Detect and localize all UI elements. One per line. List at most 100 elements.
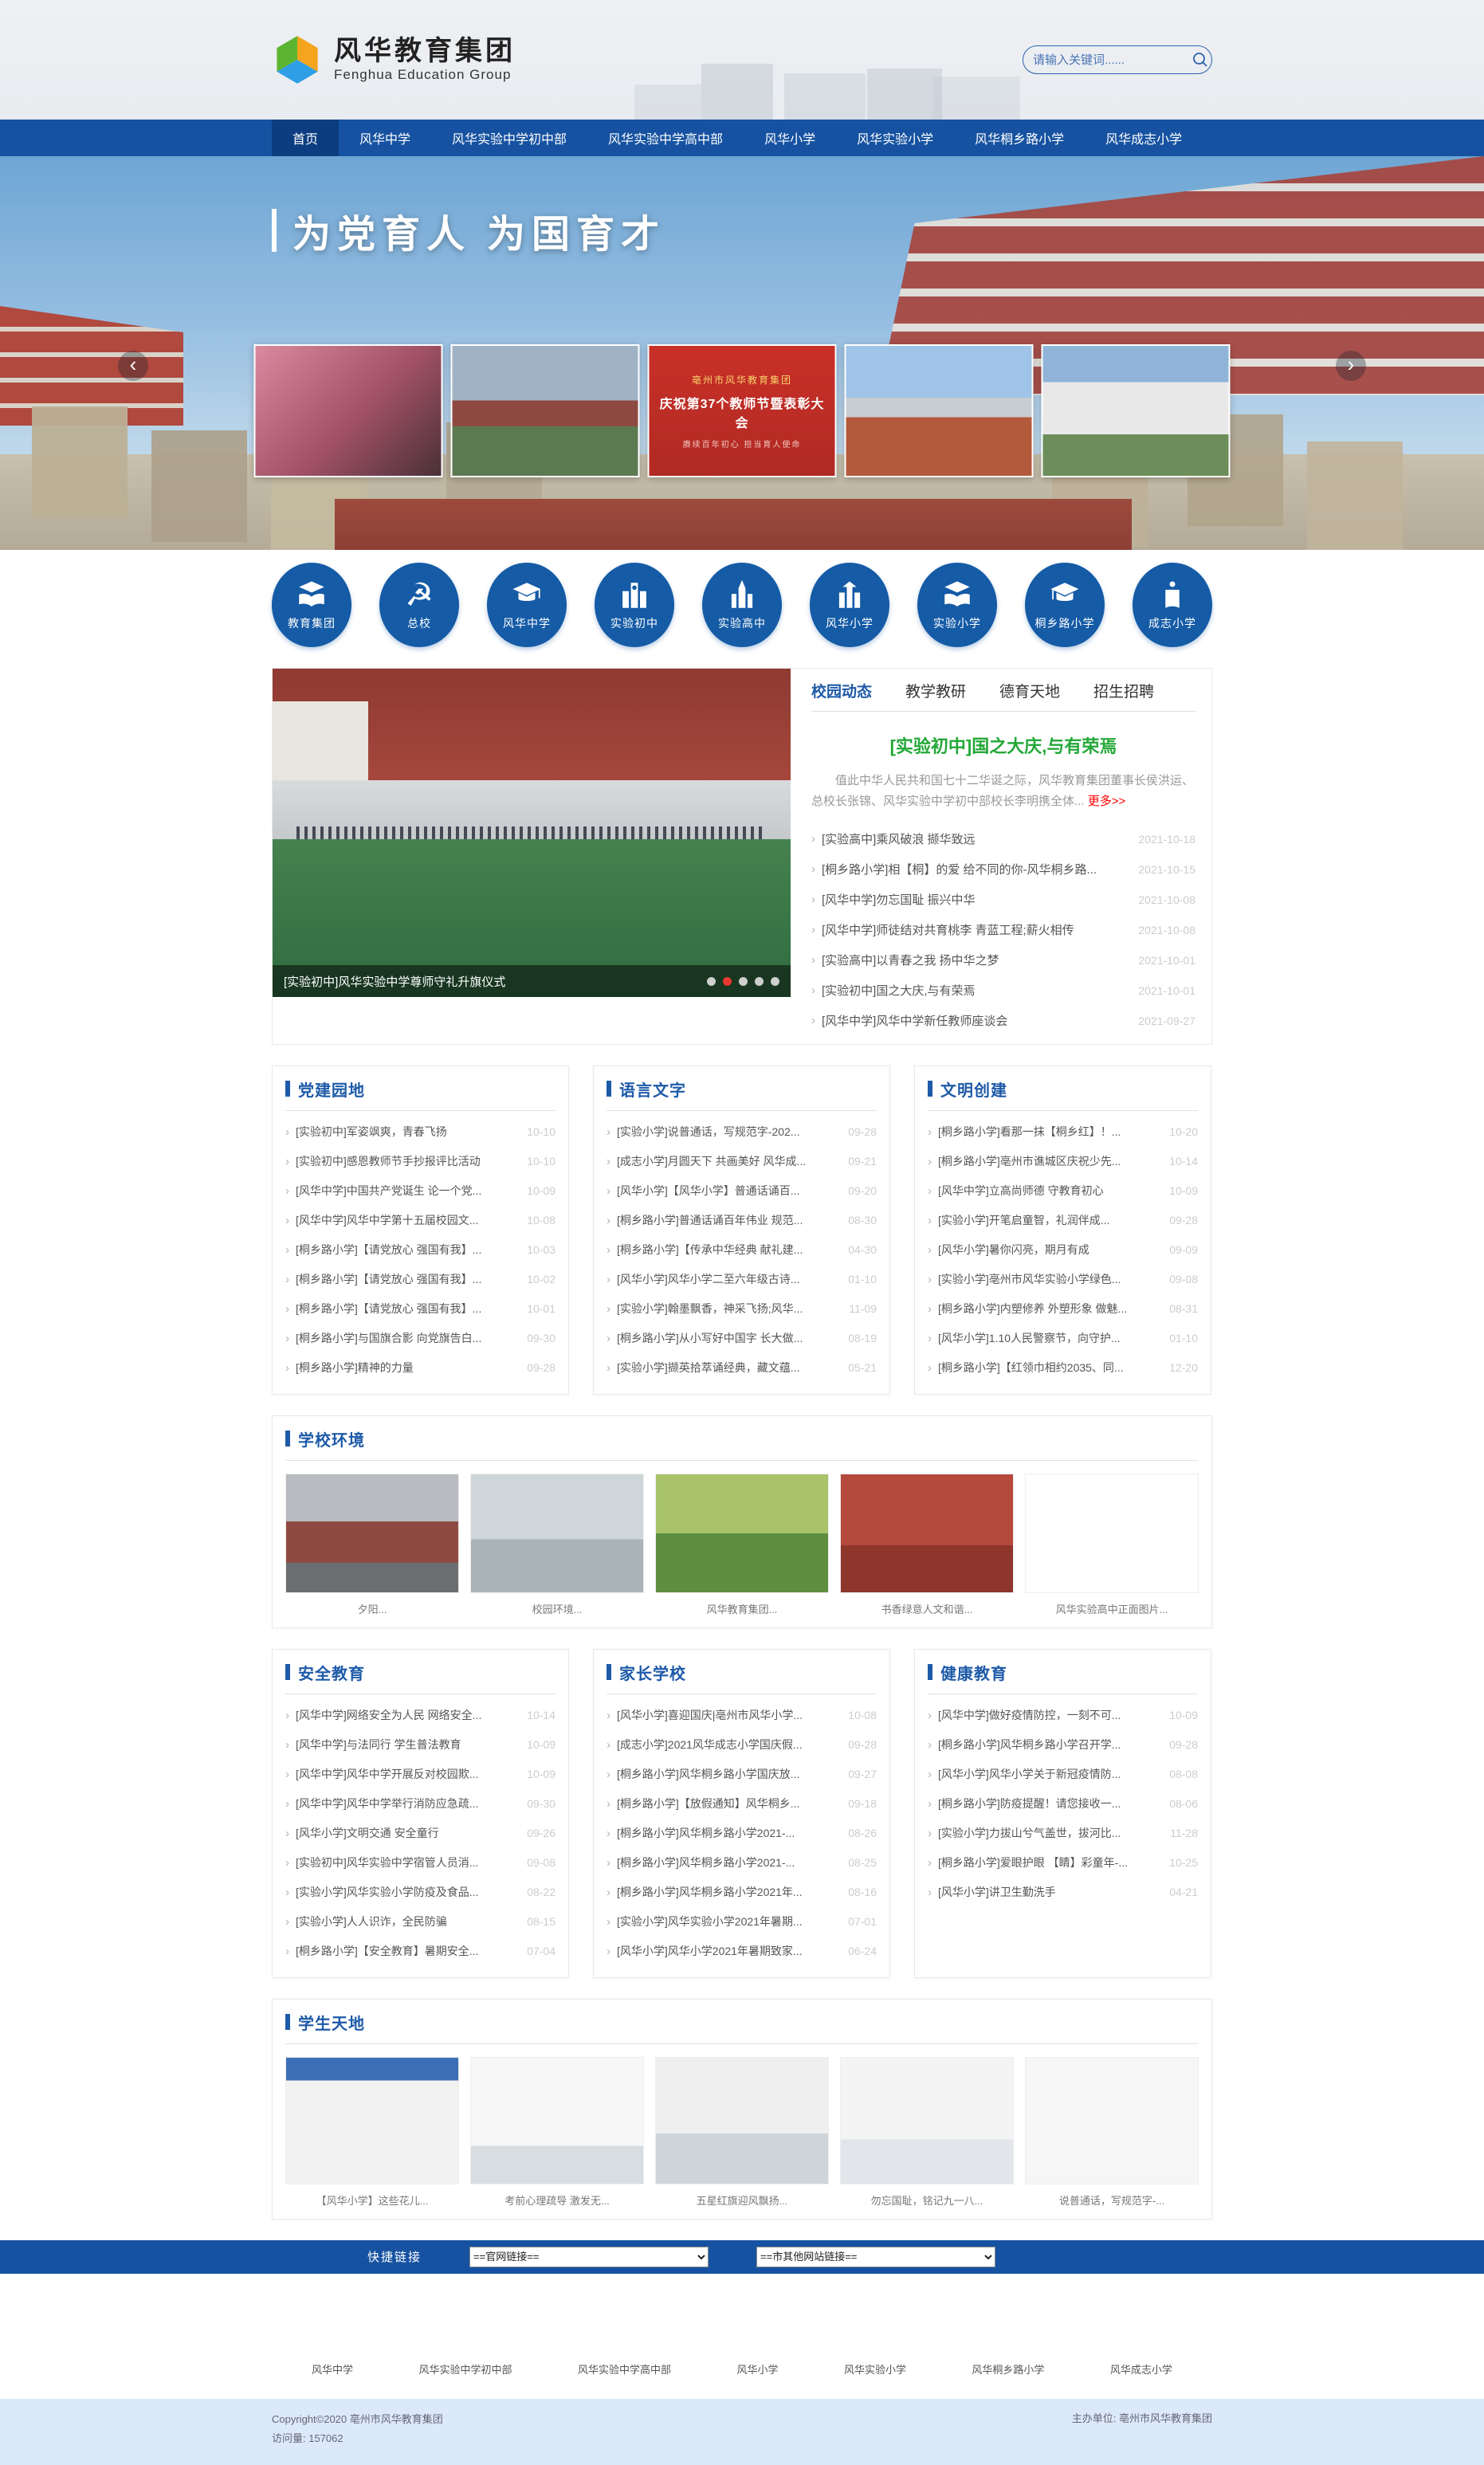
tab-moral-education[interactable]: 德育天地 — [999, 680, 1060, 701]
circle-link-headquarters[interactable]: ☭ 总校 — [379, 563, 459, 647]
list-item[interactable]: › [风华中学]网络安全为人民 网络安全... 10-14 — [285, 1701, 556, 1730]
list-item[interactable]: › [风华小学]风华小学关于新冠疫情防... 08-08 — [928, 1760, 1198, 1789]
list-item[interactable]: › [实验小学]风华实验小学防疫及食品... 08-22 — [285, 1878, 556, 1907]
list-item[interactable]: › [桐乡路小学]【安全教育】暑期安全... 07-04 — [285, 1937, 556, 1966]
nav-item-home[interactable]: 首页 — [272, 120, 339, 156]
footer-link-exp-primary[interactable]: 风华实验小学 — [844, 2361, 906, 2377]
carousel-next-button[interactable]: › — [1336, 351, 1366, 381]
list-item[interactable]: › [风华中学]风华中学第十五届校园文... 10-08 — [285, 1206, 556, 1235]
circle-link-group[interactable]: 教育集团 — [272, 563, 351, 647]
list-item[interactable]: › [风华小学]1.10人民警察节，向守护... 01-10 — [928, 1324, 1198, 1353]
news-list-item[interactable]: › [桐乡路小学]相【桐】的爱 给不同的你-风华桐乡路... 2021-10-1… — [811, 854, 1195, 885]
circle-link-fenghua-primary[interactable]: 风华小学 — [810, 563, 889, 647]
environment-photo-card[interactable]: 书香绿意人文和谐... — [840, 1474, 1014, 1616]
list-item[interactable]: › [风华小学]喜迎国庆|亳州市风华小学... 10-08 — [607, 1701, 877, 1730]
official-links-select[interactable]: ==官网链接== — [469, 2247, 709, 2267]
list-item[interactable]: › [桐乡路小学]风华桐乡路小学国庆放... 09-27 — [607, 1760, 877, 1789]
list-item[interactable]: › [风华中学]风华中学举行消防应急疏... 09-30 — [285, 1789, 556, 1819]
list-item[interactable]: › [实验小学]力拔山兮气盖世，拔河比... 11-28 — [928, 1819, 1198, 1848]
list-item[interactable]: › [风华小学]【风华小学】普通话诵百... 09-20 — [607, 1176, 877, 1206]
tab-recruitment[interactable]: 招生招聘 — [1093, 680, 1154, 701]
list-item[interactable]: › [风华小学]风华小学2021年暑期致家... 06-24 — [607, 1937, 877, 1966]
circle-link-fenghua-middle[interactable]: 风华中学 — [487, 563, 567, 647]
nav-item-chengzhi-primary[interactable]: 风华成志小学 — [1085, 120, 1203, 156]
nav-item-tongxiang-primary[interactable]: 风华桐乡路小学 — [954, 120, 1085, 156]
list-item[interactable]: › [风华小学]文明交通 安全童行 09-26 — [285, 1819, 556, 1848]
city-links-select[interactable]: ==市其他网站链接== — [756, 2247, 995, 2267]
carousel-thumb[interactable] — [451, 344, 640, 477]
list-item[interactable]: › [桐乡路小学]从小写好中国字 长大做... 08-19 — [607, 1324, 877, 1353]
list-item[interactable]: › [桐乡路小学]风华桐乡路小学2021-... 08-26 — [607, 1819, 877, 1848]
footer-link-chengzhi-primary[interactable]: 风华成志小学 — [1110, 2361, 1172, 2377]
nav-item-exp-senior[interactable]: 风华实验中学高中部 — [587, 120, 744, 156]
list-item[interactable]: › [实验小学]开笔启童智，礼润伴成... 09-28 — [928, 1206, 1198, 1235]
tab-teaching-research[interactable]: 教学教研 — [905, 680, 966, 701]
circle-link-chengzhi-primary[interactable]: 成志小学 — [1133, 563, 1212, 647]
carousel-thumb[interactable] — [845, 344, 1034, 477]
list-item[interactable]: › [实验初中]感恩教师节手抄报评比活动 10-10 — [285, 1147, 556, 1176]
list-item[interactable]: › [实验小学]翰墨飘香，神采飞扬;风华... 11-09 — [607, 1294, 877, 1324]
circle-link-exp-junior[interactable]: 实验初中 — [595, 563, 674, 647]
carousel-thumb[interactable] — [1042, 344, 1231, 477]
list-item[interactable]: › [风华小学]讲卫生勤洗手 04-21 — [928, 1878, 1198, 1907]
news-list-item[interactable]: › [风华中学]风华中学新任教师座谈会 2021-09-27 — [811, 1006, 1195, 1036]
carousel-thumb[interactable]: 亳州市风华教育集团 庆祝第37个教师节暨表彰大会 赓续百年初心 担当育人使命 — [648, 344, 837, 477]
more-link[interactable]: 更多>> — [1088, 795, 1126, 808]
list-item[interactable]: › [桐乡路小学]普通话诵百年伟业 规范... 08-30 — [607, 1206, 877, 1235]
list-item[interactable]: › [风华中学]做好疫情防控，一刻不可... 10-09 — [928, 1701, 1198, 1730]
environment-photo-card[interactable]: 校园环境... — [470, 1474, 644, 1616]
student-photo-card[interactable]: 考前心理疏导 激发无... — [470, 2057, 644, 2208]
slider-dot-active[interactable] — [723, 977, 732, 986]
slider-dot[interactable] — [771, 977, 779, 986]
circle-link-tongxiang-primary[interactable]: 桐乡路小学 — [1025, 563, 1105, 647]
list-item[interactable]: › [实验小学]风华实验小学2021年暑期... 07-01 — [607, 1907, 877, 1937]
footer-link-fenghua-middle[interactable]: 风华中学 — [312, 2361, 353, 2377]
list-item[interactable]: › [实验小学]亳州市风华实验小学绿色... 09-08 — [928, 1265, 1198, 1294]
list-item[interactable]: › [桐乡路小学]【请党放心 强国有我】... 10-03 — [285, 1235, 556, 1265]
list-item[interactable]: › [桐乡路小学]看那一抹【桐乡红】！... 10-20 — [928, 1117, 1198, 1147]
carousel-prev-button[interactable]: ‹ — [118, 351, 148, 381]
list-item[interactable]: › [桐乡路小学]风华桐乡路小学2021-... 08-25 — [607, 1848, 877, 1878]
footer-link-exp-junior[interactable]: 风华实验中学初中部 — [418, 2361, 512, 2377]
list-item[interactable]: › [桐乡路小学]亳州市谯城区庆祝少先... 10-14 — [928, 1147, 1198, 1176]
news-list-item[interactable]: › [实验初中]国之大庆,与有荣焉 2021-10-01 — [811, 975, 1195, 1006]
student-photo-card[interactable]: 说普通话，写规范字-... — [1025, 2057, 1199, 2208]
list-item[interactable]: › [实验初中]军姿飒爽，青春飞扬 10-10 — [285, 1117, 556, 1147]
list-item[interactable]: › [桐乡路小学]防疫提醒！请您接收一... 08-06 — [928, 1789, 1198, 1819]
list-item[interactable]: › [桐乡路小学]精神的力量 09-28 — [285, 1353, 556, 1383]
list-item[interactable]: › [风华小学]风华小学二至六年级古诗... 01-10 — [607, 1265, 877, 1294]
student-photo-card[interactable]: 勿忘国耻，铭记九一八... — [840, 2057, 1014, 2208]
footer-link-exp-senior[interactable]: 风华实验中学高中部 — [578, 2361, 671, 2377]
list-item[interactable]: › [风华中学]与法同行 学生普法教育 10-09 — [285, 1730, 556, 1760]
circle-link-exp-senior[interactable]: 实验高中 — [702, 563, 782, 647]
search-input[interactable] — [1033, 53, 1192, 67]
nav-item-fenghua-primary[interactable]: 风华小学 — [744, 120, 836, 156]
student-photo-card[interactable]: 五星红旗迎风飘扬... — [655, 2057, 829, 2208]
list-item[interactable]: › [风华中学]立高尚师德 守教育初心 10-09 — [928, 1176, 1198, 1206]
list-item[interactable]: › [桐乡路小学]风华桐乡路小学2021年... 08-16 — [607, 1878, 877, 1907]
list-item[interactable]: › [实验小学]撷英拾萃诵经典，藏文蕴... 05-21 — [607, 1353, 877, 1383]
list-item[interactable]: › [实验初中]风华实验中学宿管人员消... 09-08 — [285, 1848, 556, 1878]
slider-dot[interactable] — [707, 977, 716, 986]
list-item[interactable]: › [桐乡路小学]风华桐乡路小学召开学... 09-28 — [928, 1730, 1198, 1760]
news-list-item[interactable]: › [风华中学]师徒结对共育桃李 青蓝工程;薪火相传 2021-10-08 — [811, 915, 1195, 945]
list-item[interactable]: › [风华中学]风华中学开展反对校园欺... 10-09 — [285, 1760, 556, 1789]
list-item[interactable]: › [风华中学]中国共产党诞生 论一个党... 10-09 — [285, 1176, 556, 1206]
news-list-item[interactable]: › [实验高中]以青春之我 扬中华之梦 2021-10-01 — [811, 945, 1195, 975]
list-item[interactable]: › [桐乡路小学]【放假通知】风华桐乡... 09-18 — [607, 1789, 877, 1819]
nav-item-fenghua-middle[interactable]: 风华中学 — [339, 120, 431, 156]
tab-campus-news[interactable]: 校园动态 — [811, 680, 872, 701]
news-list-item[interactable]: › [实验高中]乘风破浪 撷华致远 2021-10-18 — [811, 824, 1195, 854]
list-item[interactable]: › [桐乡路小学]内塑修养 外塑形象 做魅... 08-31 — [928, 1294, 1198, 1324]
list-item[interactable]: › [桐乡路小学]【红领巾相约2035、同... 12-20 — [928, 1353, 1198, 1383]
list-item[interactable]: › [桐乡路小学]与国旗合影 向党旗告白... 09-30 — [285, 1324, 556, 1353]
list-item[interactable]: › [成志小学]2021风华成志小学国庆假... 09-28 — [607, 1730, 877, 1760]
footer-link-fenghua-primary[interactable]: 风华小学 — [736, 2361, 778, 2377]
list-item[interactable]: › [实验小学]说普通话，写规范字-202... 09-28 — [607, 1117, 877, 1147]
nav-item-exp-junior[interactable]: 风华实验中学初中部 — [431, 120, 587, 156]
nav-item-exp-primary[interactable]: 风华实验小学 — [836, 120, 954, 156]
list-item[interactable]: › [风华小学]暑你闪亮，期月有成 09-09 — [928, 1235, 1198, 1265]
slider-dot[interactable] — [739, 977, 748, 986]
list-item[interactable]: › [桐乡路小学]【请党放心 强国有我】... 10-01 — [285, 1294, 556, 1324]
list-item[interactable]: › [成志小学]月圆天下 共画美好 风华成... 09-21 — [607, 1147, 877, 1176]
